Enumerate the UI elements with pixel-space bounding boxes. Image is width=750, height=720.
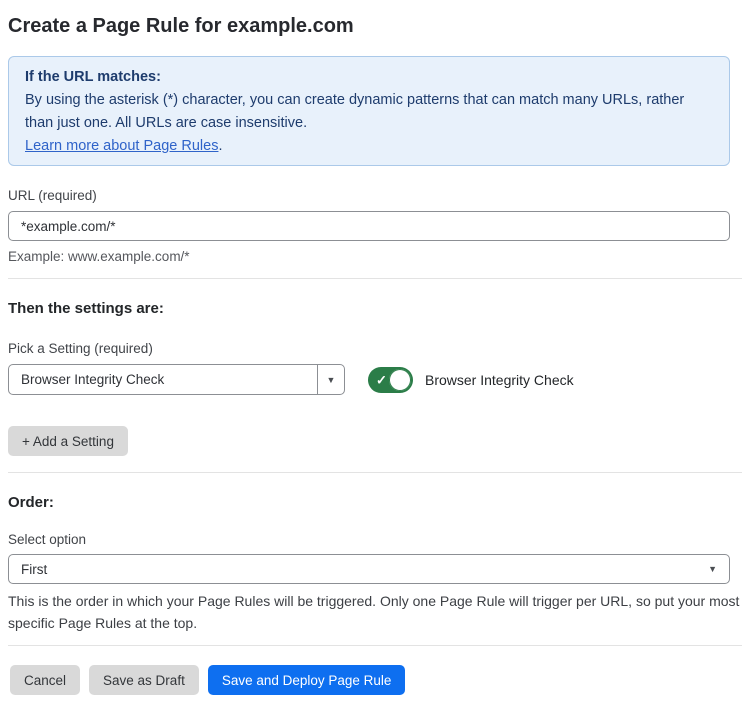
chevron-down-icon: ▼ [708,564,729,574]
order-help-text: This is the order in which your Page Rul… [8,590,742,634]
divider-footer [8,645,742,646]
toggle-knob [389,369,411,391]
url-input[interactable] [8,211,730,241]
footer-actions: Cancel Save as Draft Save and Deploy Pag… [10,665,742,695]
info-box-body: By using the asterisk (*) character, you… [25,89,713,135]
setting-select-value: Browser Integrity Check [9,365,317,394]
setting-select-arrow-button[interactable]: ▼ [317,365,344,394]
add-setting-button[interactable]: + Add a Setting [8,426,128,456]
order-select-label: Select option [8,531,742,548]
setting-toggle-on[interactable]: ✓ [368,367,413,393]
page-title: Create a Page Rule for example.com [8,12,742,40]
url-match-info-box: If the URL matches: By using the asteris… [8,56,730,166]
setting-select[interactable]: Browser Integrity Check ▼ [8,364,345,395]
page-rule-form: Create a Page Rule for example.com If th… [0,0,750,720]
order-select[interactable]: First ▼ [8,554,730,584]
info-box-link-line: Learn more about Page Rules. [25,135,713,158]
order-section-heading: Order: [8,493,742,512]
learn-more-link[interactable]: Learn more about Page Rules [25,138,218,154]
chevron-down-icon: ▼ [327,375,336,385]
info-box-heading: If the URL matches: [25,66,713,89]
url-field-label: URL (required) [8,187,742,204]
settings-section-heading: Then the settings are: [8,299,742,318]
save-and-deploy-button[interactable]: Save and Deploy Page Rule [208,665,406,695]
setting-row: Browser Integrity Check ▼ ✓ Browser Inte… [8,364,742,395]
divider-url-settings [8,278,742,279]
pick-setting-label: Pick a Setting (required) [8,340,742,357]
order-select-value: First [9,562,708,577]
toggle-label: Browser Integrity Check [425,372,574,388]
url-example-helper: Example: www.example.com/* [8,248,742,265]
link-suffix: . [218,138,222,154]
save-as-draft-button[interactable]: Save as Draft [89,665,199,695]
check-icon: ✓ [376,373,387,386]
divider-settings-order [8,472,742,473]
cancel-button[interactable]: Cancel [10,665,80,695]
